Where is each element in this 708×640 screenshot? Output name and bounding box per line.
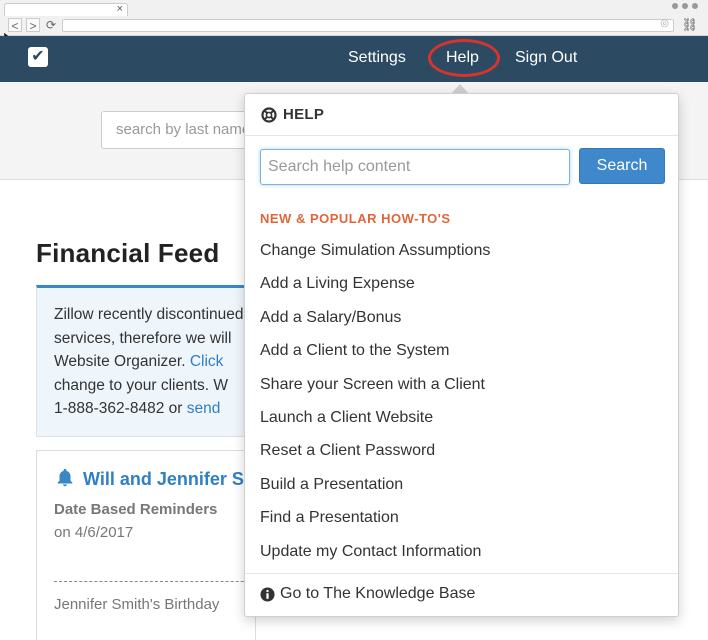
divider (245, 135, 678, 136)
browser-chrome: × < > ⟳ ◎ ⛓ (0, 0, 708, 36)
howto-item-add-client[interactable]: Add a Client to the System (260, 341, 490, 374)
back-button[interactable]: < (8, 18, 22, 33)
alert-line: change to your clients. W (54, 376, 229, 394)
divider (54, 581, 255, 582)
feed-card: Will and Jennifer Smith Date Based Remin… (36, 450, 256, 640)
reload-icon[interactable]: ⟳ (44, 18, 58, 32)
address-bar[interactable]: ◎ (62, 18, 674, 32)
howto-item-add-living-expense[interactable]: Add a Living Expense (260, 274, 490, 307)
alert-line: Website Organizer. Click (54, 353, 224, 370)
help-search-button[interactable]: Search (579, 148, 665, 184)
howto-item-build-presentation[interactable]: Build a Presentation (260, 475, 490, 508)
divider (245, 573, 678, 574)
howto-heading: NEW & POPULAR HOW-TO'S (260, 211, 451, 226)
howto-item-reset-client-password[interactable]: Reset a Client Password (260, 441, 490, 474)
howto-item-share-screen[interactable]: Share your Screen with a Client (260, 375, 490, 408)
card-title-link[interactable]: Will and Jennifer Smith (83, 469, 255, 490)
window-menu-icon[interactable] (672, 3, 698, 9)
page-title: Financial Feed (36, 238, 220, 268)
lifebuoy-icon (261, 106, 277, 123)
alert-line: Zillow recently discontinued (54, 306, 244, 323)
help-search-input[interactable]: Search help content (260, 149, 570, 185)
card-date: on 4/6/2017 (54, 524, 134, 541)
alert-line: 1-888-362-8482 or send (54, 400, 221, 417)
info-icon (260, 586, 275, 602)
alert-send-link[interactable]: send (187, 400, 221, 417)
alert-line: services, therefore we will (54, 329, 232, 347)
card-subtitle: Date Based Reminders (54, 501, 218, 518)
help-highlight-ring (428, 39, 500, 77)
help-heading-label: HELP (283, 106, 325, 123)
tab-close-icon[interactable]: × (117, 2, 123, 16)
howto-list: Change Simulation Assumptions Add a Livi… (260, 241, 490, 575)
extension-icon[interactable]: ⛓ (681, 17, 698, 33)
howto-item-update-contact-info[interactable]: Update my Contact Information (260, 542, 490, 575)
app-header: ✔ Settings Help Sign Out (0, 36, 708, 82)
howto-item-launch-client-website[interactable]: Launch a Client Website (260, 408, 490, 441)
bell-icon (57, 468, 73, 487)
forward-button[interactable]: > (26, 18, 40, 33)
notice-alert: Zillow recently discontinued services, t… (36, 285, 256, 437)
howto-item-add-salary-bonus[interactable]: Add a Salary/Bonus (260, 308, 490, 341)
app-logo-icon[interactable]: ✔ (28, 47, 48, 67)
nav-sign-out[interactable]: Sign Out (515, 36, 577, 82)
card-birthday: Jennifer Smith's Birthday (54, 596, 220, 613)
help-heading: HELP (261, 106, 324, 123)
help-dropdown: HELP Search help content Search NEW & PO… (244, 93, 679, 617)
page-info-icon: ◎ (660, 18, 669, 29)
knowledge-base-link[interactable]: Go to The Knowledge Base (260, 585, 475, 603)
howto-item-find-presentation[interactable]: Find a Presentation (260, 508, 490, 541)
knowledge-base-label[interactable]: Go to The Knowledge Base (280, 585, 475, 603)
nav-settings[interactable]: Settings (348, 36, 406, 82)
alert-click-link[interactable]: Click (190, 353, 224, 370)
howto-item-change-simulation-assumptions[interactable]: Change Simulation Assumptions (260, 241, 490, 274)
browser-tab[interactable]: × (4, 3, 128, 16)
